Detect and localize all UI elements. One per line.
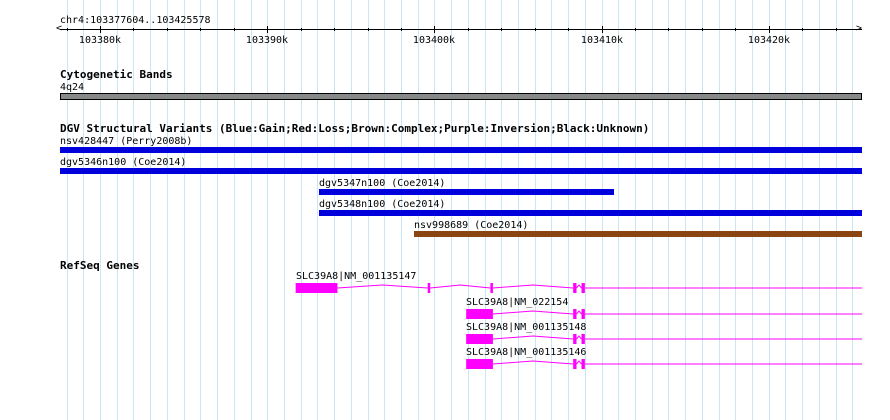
transcript-label: SLC39A8|NM_001135148 xyxy=(466,322,587,333)
exon-block[interactable] xyxy=(466,334,493,344)
exon-block[interactable] xyxy=(573,359,577,369)
intron-line[interactable] xyxy=(337,284,428,289)
transcript-label: SLC39A8|NM_001135147 xyxy=(296,271,417,282)
intron-line[interactable] xyxy=(576,335,582,340)
exon-block[interactable] xyxy=(581,309,585,319)
genome-browser: chr4:103377604..103425578 < > 103380k103… xyxy=(0,0,890,420)
exon-block[interactable] xyxy=(295,283,338,293)
intron-line[interactable] xyxy=(492,284,574,289)
exon-block[interactable] xyxy=(573,309,577,319)
exon-block[interactable] xyxy=(490,283,493,293)
intron-line[interactable] xyxy=(576,284,582,289)
exon-block[interactable] xyxy=(581,283,585,293)
exon-block[interactable] xyxy=(466,359,493,369)
refseq-gene-models xyxy=(295,283,862,369)
exon-block[interactable] xyxy=(573,283,577,293)
exon-block[interactable] xyxy=(427,283,431,293)
intron-line[interactable] xyxy=(576,360,582,365)
intron-line[interactable] xyxy=(492,310,574,315)
intron-line[interactable] xyxy=(492,360,574,365)
intron-line[interactable] xyxy=(430,284,491,289)
exon-block[interactable] xyxy=(466,309,493,319)
intron-line[interactable] xyxy=(492,335,574,340)
exon-block[interactable] xyxy=(581,334,585,344)
exon-block[interactable] xyxy=(573,334,577,344)
transcript-label: SLC39A8|NM_022154 xyxy=(466,297,569,308)
transcript-label: SLC39A8|NM_001135146 xyxy=(466,347,587,358)
exon-block[interactable] xyxy=(581,359,585,369)
intron-line[interactable] xyxy=(576,310,582,315)
